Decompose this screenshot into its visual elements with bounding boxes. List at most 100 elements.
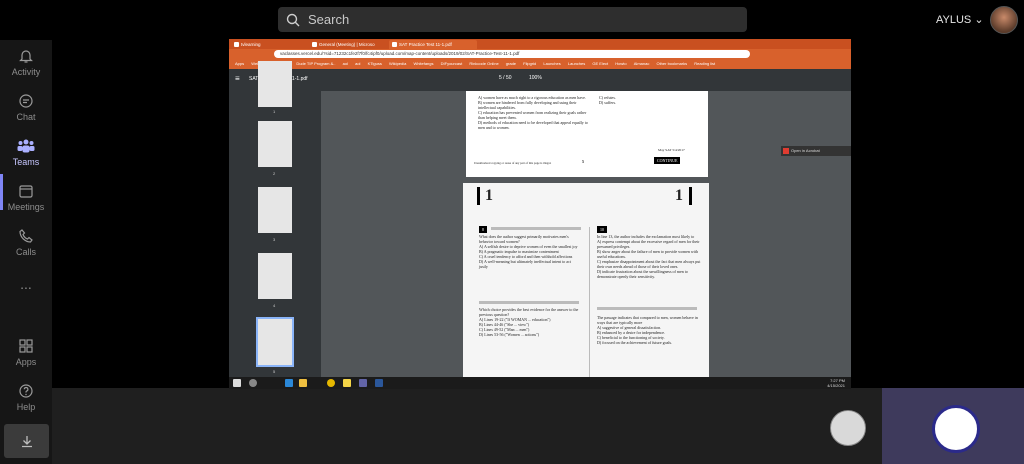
open-in-acrobat-button[interactable]: Open in Acrobat — [781, 146, 851, 156]
rail-apps[interactable]: Apps — [0, 338, 52, 367]
bookmark[interactable]: aol — [343, 61, 348, 66]
bookmark[interactable]: GE Elect — [592, 61, 608, 66]
tab-icon — [312, 42, 317, 47]
start-icon[interactable] — [233, 379, 241, 387]
chrome-icon[interactable] — [327, 379, 335, 387]
pdf-page: A) women have as much right to a rigorou… — [466, 91, 708, 177]
bookmark[interactable]: Rinkcode Online — [469, 61, 498, 66]
bookmark[interactable]: Wikipedia — [389, 61, 406, 66]
test-date: May SAT 5/4/2017 — [658, 148, 685, 152]
bookmark[interactable]: Flipgrid — [523, 61, 536, 66]
question: What does the author suggest primarily m… — [479, 234, 579, 269]
edge-icon[interactable] — [285, 379, 293, 387]
bookmark[interactable]: Whitefangs — [413, 61, 433, 66]
page-number[interactable]: 5 — [499, 75, 502, 81]
redacted-line — [479, 301, 579, 304]
chat-icon — [19, 94, 33, 108]
question: The passage indicates that compared to m… — [597, 315, 701, 345]
thumb-number: 3 — [273, 237, 276, 242]
answer-option: D) A well-meaning but ultimately ineffec… — [479, 259, 571, 269]
column-divider — [589, 227, 590, 377]
question: In line 13, the author includes the excl… — [597, 234, 701, 279]
rail-teams[interactable]: Teams — [0, 138, 52, 167]
rail-chat[interactable]: Chat — [0, 93, 52, 122]
rail-help[interactable]: Help — [0, 383, 52, 412]
browser-tab[interactable]: tvlearning — [231, 40, 311, 49]
tab-icon — [392, 42, 397, 47]
question-number: 10 — [597, 226, 607, 233]
rail-activity[interactable]: Activity — [0, 48, 52, 77]
participant-avatar[interactable] — [830, 410, 866, 446]
avatar[interactable] — [990, 6, 1018, 34]
bookmark[interactable]: KTiguss — [368, 61, 382, 66]
browser-tab[interactable]: General (Meeting) | Microso — [309, 40, 394, 49]
word-icon[interactable] — [375, 379, 383, 387]
answer-option: C) education has prevented women from re… — [478, 110, 587, 120]
user-menu[interactable]: AYLUS ⌄ — [936, 13, 984, 26]
tab-icon — [234, 42, 239, 47]
rail-label: Activity — [11, 67, 41, 77]
thumb-number: 5 — [273, 369, 276, 374]
question: Which choice provides the best evidence … — [479, 307, 579, 337]
page-number-label: 5 — [582, 159, 584, 164]
more-icon[interactable]: ... — [0, 276, 52, 292]
page-thumbnail[interactable] — [258, 187, 292, 233]
section-number: 1 — [485, 187, 493, 204]
page-thumbnail-selected[interactable] — [256, 317, 294, 367]
redacted-line — [597, 307, 697, 310]
zoom-level[interactable]: 100% — [529, 75, 542, 81]
bookmark[interactable]: Howto — [615, 61, 626, 66]
search-input[interactable]: Search — [278, 7, 747, 32]
date: 4/15/2021 — [827, 383, 845, 388]
sticky-notes-icon[interactable] — [343, 379, 351, 387]
url-field[interactable]: vaclasses.vercel.edu/?sid=71232c1fe2f7f0… — [274, 50, 750, 58]
tab-label: tvlearning — [241, 42, 261, 47]
section-number: 1 — [675, 187, 683, 204]
search-placeholder: Search — [308, 12, 350, 27]
bell-icon — [19, 50, 33, 63]
rail-more-label: ... — [20, 276, 32, 292]
page-thumbnail[interactable] — [258, 121, 292, 167]
taskbar-clock: 7:27 PM 4/15/2021 — [827, 378, 845, 388]
search-icon — [286, 13, 300, 26]
search-icon[interactable] — [249, 379, 257, 387]
calendar-icon — [19, 185, 33, 198]
rail-label: Help — [16, 402, 36, 412]
bookmark[interactable]: Other bookmarks — [656, 61, 687, 66]
section-bar — [689, 187, 692, 205]
page-indicator[interactable]: 5 / 50 — [499, 75, 512, 81]
teams-icon[interactable] — [359, 379, 367, 387]
bookmark[interactable]: Apps — [235, 61, 244, 66]
question-text: What does the author suggest primarily m… — [479, 234, 569, 244]
bookmarks-bar: Apps Welcome Family Ho.. Dude TIP Progra… — [229, 59, 851, 69]
participant-avatar-large[interactable] — [932, 405, 980, 453]
answer-option: C) emphasize disappointment about the fa… — [597, 259, 701, 269]
bookmark[interactable]: grade — [506, 61, 516, 66]
bookmark[interactable]: Dude TIP Program &.. — [296, 61, 335, 66]
browser-tab-active[interactable]: SAT Practice Test 11-1.pdf — [389, 40, 477, 49]
continue-label: CONTINUE — [654, 157, 681, 164]
rail-label: Apps — [15, 357, 37, 367]
menu-icon[interactable]: ≡ — [235, 74, 240, 83]
answer-option: A) express contempt about the excessive … — [597, 239, 700, 249]
answer-option: D) focused on the achievement of future … — [597, 340, 673, 345]
page-thumbnail[interactable] — [258, 61, 292, 107]
answer-option: B) women are hindered from fully develop… — [478, 100, 577, 110]
bookmark[interactable]: DIFyourcast — [441, 61, 463, 66]
pdf-viewer: A) women have as much right to a rigorou… — [321, 91, 851, 383]
bookmark[interactable]: aol — [355, 61, 360, 66]
bookmark[interactable]: Launches — [568, 61, 585, 66]
rail-meetings[interactable]: Meetings — [0, 183, 52, 212]
folder-icon[interactable] — [299, 379, 307, 387]
download-button[interactable] — [4, 424, 49, 458]
bookmark[interactable]: Reading list — [694, 61, 715, 66]
rail-label: Chat — [16, 112, 36, 122]
rail-calls[interactable]: Calls — [0, 228, 52, 257]
bookmark[interactable]: Launches — [543, 61, 560, 66]
page-thumbnail[interactable] — [258, 253, 292, 299]
rail-label: Teams — [12, 157, 40, 167]
thumb-number: 4 — [273, 303, 276, 308]
bookmark[interactable]: Almanac — [634, 61, 650, 66]
pdf-page: 1 1 8 What does the author suggest prima… — [463, 183, 709, 383]
redacted-line — [491, 227, 581, 230]
